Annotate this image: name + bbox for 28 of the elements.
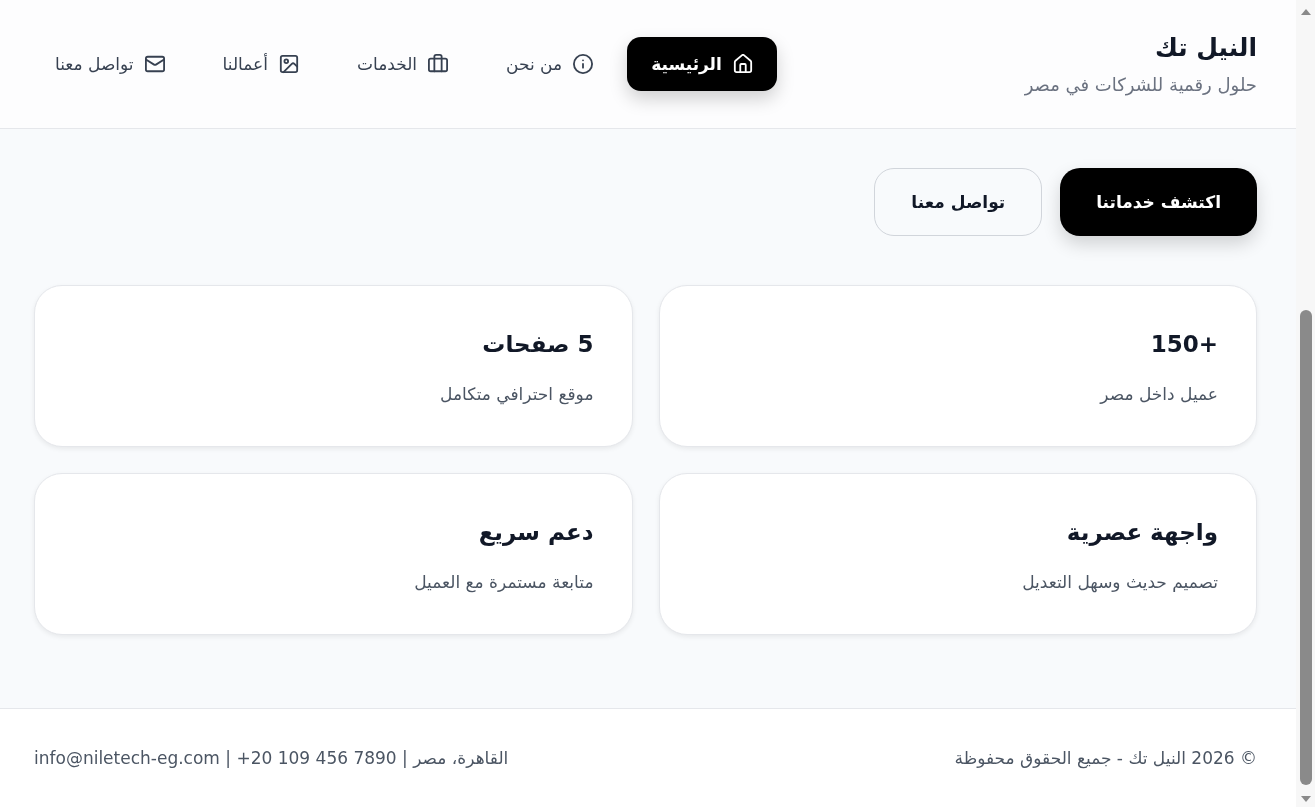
- stat-title: دعم سريع: [478, 518, 594, 547]
- scrollbar[interactable]: [1296, 0, 1315, 807]
- briefcase-icon: [428, 54, 449, 74]
- mail-icon: [144, 54, 165, 74]
- image-icon: [278, 54, 299, 74]
- copyright-text: © 2026 النيل تك - جميع الحقوق محفوظة: [954, 748, 1257, 768]
- nav-link[interactable]: أعمالنا: [198, 37, 323, 91]
- home-icon: [732, 54, 753, 74]
- stat-title: 150+: [1150, 330, 1218, 359]
- contact-button[interactable]: تواصل معنا: [874, 168, 1043, 236]
- scrollbar-thumb[interactable]: [1299, 310, 1312, 785]
- stat-description: متابعة مستمرة مع العميل: [414, 571, 594, 595]
- brand-tagline: حلول رقمية للشركات في مصر: [1024, 72, 1257, 96]
- nav-link[interactable]: الخدمات: [332, 37, 473, 91]
- stat-description: تصميم حديث وسهل التعديل: [1022, 571, 1218, 595]
- nav-link[interactable]: تواصل معنا: [31, 37, 189, 91]
- stat-title: واجهة عصرية: [1066, 518, 1218, 547]
- contact-info: info@niletech-eg.com | +20 109 456 7890 | القاهرة، مصر: [34, 748, 509, 768]
- explore-services-button[interactable]: اكتشف خدماتنا: [1060, 168, 1257, 236]
- nav-link[interactable]: من نحن: [482, 37, 618, 91]
- nav-link[interactable]: الرئيسية: [627, 37, 777, 91]
- stat-description: موقع احترافي متكامل: [440, 383, 594, 407]
- stat-description: عميل داخل مصر: [1100, 383, 1218, 406]
- scroll-up-arrow-icon[interactable]: [1300, 9, 1311, 15]
- info-icon: [573, 54, 594, 74]
- stat-title: 5 صفحات: [482, 330, 594, 359]
- brand-name: النيل تك: [1154, 32, 1257, 65]
- scroll-down-arrow-icon[interactable]: [1300, 796, 1311, 802]
